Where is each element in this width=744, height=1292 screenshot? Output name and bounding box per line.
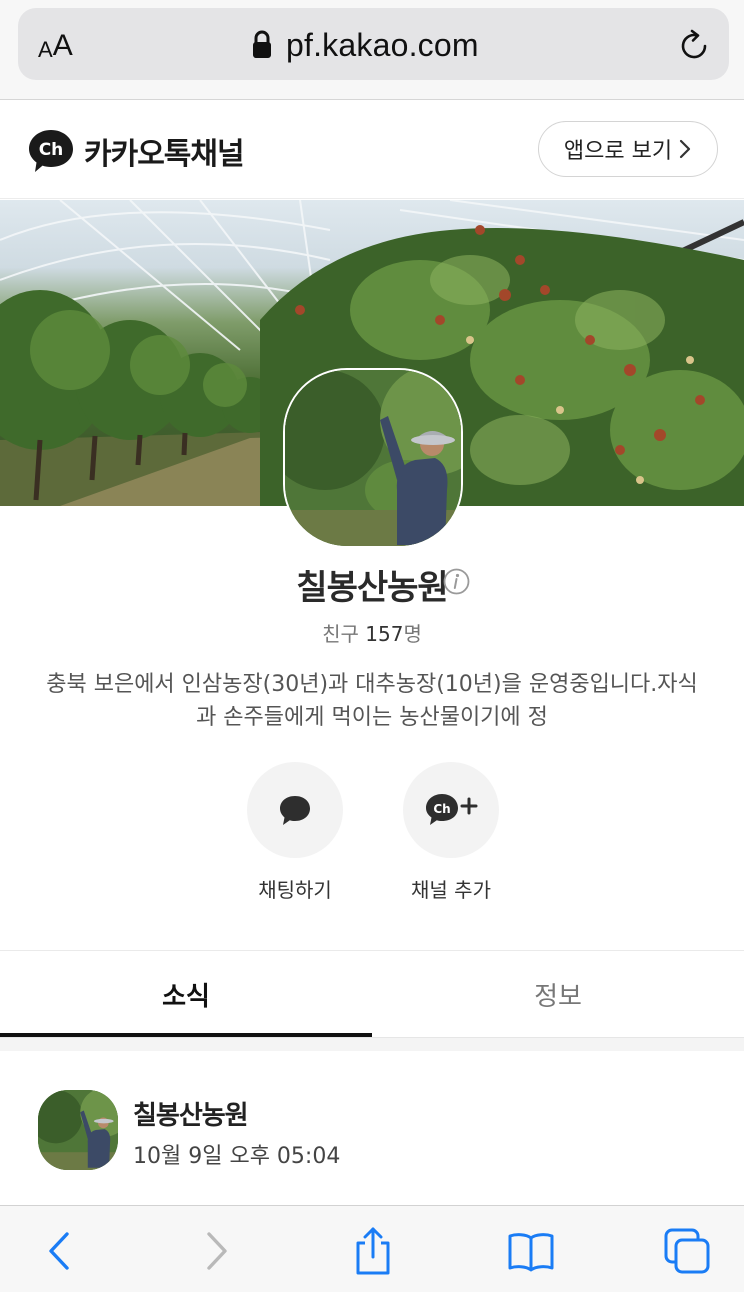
brand-title: 카카오톡채널: [84, 137, 245, 172]
tab-news[interactable]: 소식: [0, 951, 372, 1037]
add-channel-label: 채널 추가: [411, 878, 491, 902]
post-author-name[interactable]: 칠봉산농원: [133, 1095, 249, 1132]
chat-label: 채팅하기: [258, 878, 332, 902]
back-icon[interactable]: [36, 1226, 86, 1276]
add-channel-action[interactable]: Ch 채널 추가: [403, 762, 499, 903]
chevron-right-icon: [679, 139, 691, 159]
post-avatar-illustration: [38, 1090, 118, 1170]
browser-top-bar: A A pf.kakao.com: [0, 0, 744, 100]
url-text: pf.kakao.com: [286, 26, 479, 63]
lock-icon: [253, 30, 271, 58]
channel-add-icon-text: Ch: [433, 802, 450, 816]
tab-bar: 소식 정보: [0, 951, 744, 1037]
url-display[interactable]: pf.kakao.com: [252, 20, 479, 70]
add-channel-button[interactable]: Ch: [403, 762, 499, 858]
logo-text: Ch: [39, 140, 64, 160]
chat-button[interactable]: [247, 762, 343, 858]
bookmarks-icon[interactable]: [506, 1226, 556, 1276]
text-size-small-glyph: A: [38, 37, 53, 62]
channel-description: 충북 보은에서 인삼농장(30년)과 대추농장(10년)을 운영중입니다.자식과…: [46, 672, 698, 730]
friends-count-row: 친구 157명: [0, 618, 744, 647]
profile-name-row: 칠봉산농원: [0, 560, 744, 609]
kakao-channel-header: Ch 카카오톡채널 앱으로 보기: [0, 101, 744, 199]
share-icon[interactable]: [348, 1226, 398, 1276]
text-size-big-glyph: A: [52, 29, 73, 62]
profile-avatar[interactable]: [283, 368, 463, 548]
profile-name: 칠봉산농원: [296, 568, 448, 608]
tabs-icon[interactable]: [662, 1226, 712, 1276]
post-timestamp: 10월 9일 오후 05:04: [133, 1144, 341, 1169]
friends-label: 친구: [322, 622, 359, 646]
info-icon[interactable]: [443, 568, 470, 595]
profile-photo-illustration: [285, 370, 461, 546]
tab-news-label: 소식: [162, 981, 210, 1012]
forward-icon[interactable]: [190, 1226, 240, 1276]
kakao-channel-logo-icon[interactable]: Ch: [27, 127, 75, 175]
open-in-app-button[interactable]: 앱으로 보기: [538, 121, 718, 177]
friends-count: 157: [365, 622, 404, 646]
chat-action[interactable]: 채팅하기: [247, 762, 343, 903]
text-size-button[interactable]: A A: [38, 24, 73, 64]
section-separator: [0, 1037, 744, 1051]
post-author-avatar[interactable]: [38, 1090, 118, 1170]
open-in-app-label: 앱으로 보기: [563, 139, 673, 164]
chat-bubble-icon: [280, 796, 310, 825]
browser-bottom-toolbar: [0, 1205, 744, 1292]
channel-add-icon: Ch: [426, 794, 478, 825]
friends-unit: 명: [403, 622, 422, 646]
tab-info[interactable]: 정보: [372, 951, 744, 1037]
tab-info-label: 정보: [534, 981, 582, 1012]
reload-icon[interactable]: [676, 28, 712, 64]
